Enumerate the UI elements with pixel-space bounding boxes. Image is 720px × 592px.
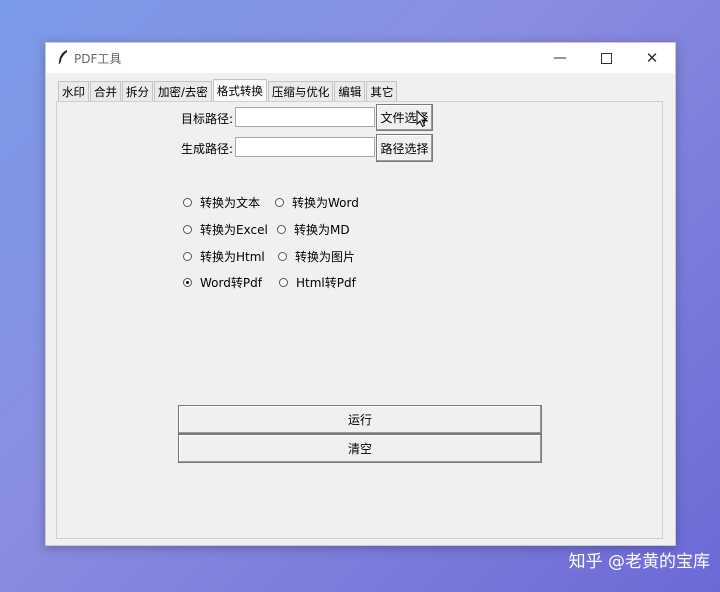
tab-compress[interactable]: 压缩与优化: [267, 81, 334, 102]
maximize-icon: [600, 52, 612, 64]
tab-split[interactable]: 拆分: [122, 81, 153, 102]
target-path-input[interactable]: [235, 107, 375, 127]
option-to-text[interactable]: 转换为文本: [183, 194, 260, 211]
option-to-word[interactable]: 转换为Word: [275, 194, 359, 211]
app-window: PDF工具 — ✕ 水印 合并 拆分 加密/去密 格式转换 压缩与优化 编辑 其…: [45, 42, 676, 546]
zhihu-watermark: 知乎 @老黄的宝库: [568, 552, 710, 572]
tab-merge[interactable]: 合并: [90, 81, 121, 102]
title-bar[interactable]: PDF工具 — ✕: [46, 43, 675, 73]
radio-icon: [183, 198, 192, 207]
radio-icon: [183, 225, 192, 234]
tab-edit[interactable]: 编辑: [334, 81, 366, 102]
radio-selected-icon: [183, 278, 192, 287]
target-path-label: 目标路径:: [181, 112, 234, 126]
option-to-image[interactable]: 转换为图片: [278, 248, 355, 265]
output-path-label: 生成路径:: [181, 142, 234, 156]
output-path-input[interactable]: [235, 137, 375, 157]
window-title: PDF工具: [74, 52, 122, 66]
tab-encrypt[interactable]: 加密/去密: [154, 81, 212, 102]
minimize-button[interactable]: —: [537, 43, 583, 73]
run-button[interactable]: 运行: [178, 405, 542, 434]
maximize-button[interactable]: [583, 43, 629, 73]
tab-bar: 水印 合并 拆分 加密/去密 格式转换 压缩与优化 编辑 其它: [58, 79, 398, 102]
tab-watermark[interactable]: 水印: [58, 81, 89, 102]
radio-icon: [279, 278, 288, 287]
option-html-to-pdf[interactable]: Html转Pdf: [279, 274, 356, 291]
feather-icon: [58, 50, 67, 65]
option-word-to-pdf[interactable]: Word转Pdf: [183, 274, 262, 291]
tab-other[interactable]: 其它: [366, 81, 398, 102]
clear-button[interactable]: 清空: [178, 434, 542, 463]
minimize-icon: —: [553, 50, 567, 66]
radio-icon: [277, 225, 286, 234]
radio-icon: [278, 252, 287, 261]
tab-format-convert[interactable]: 格式转换: [212, 79, 267, 102]
path-select-button[interactable]: 路径选择: [376, 134, 433, 162]
format-convert-panel: 目标路径: 文件选择 生成路径: 路径选择 转换为文本 转换为Word 转换为E…: [56, 101, 663, 539]
radio-icon: [275, 198, 284, 207]
mouse-cursor-icon: [416, 110, 428, 128]
option-to-md[interactable]: 转换为MD: [277, 221, 350, 238]
option-to-excel[interactable]: 转换为Excel: [183, 221, 268, 238]
close-button[interactable]: ✕: [629, 43, 675, 73]
option-to-html[interactable]: 转换为Html: [183, 248, 265, 265]
close-icon: ✕: [645, 49, 659, 67]
radio-icon: [183, 252, 192, 261]
